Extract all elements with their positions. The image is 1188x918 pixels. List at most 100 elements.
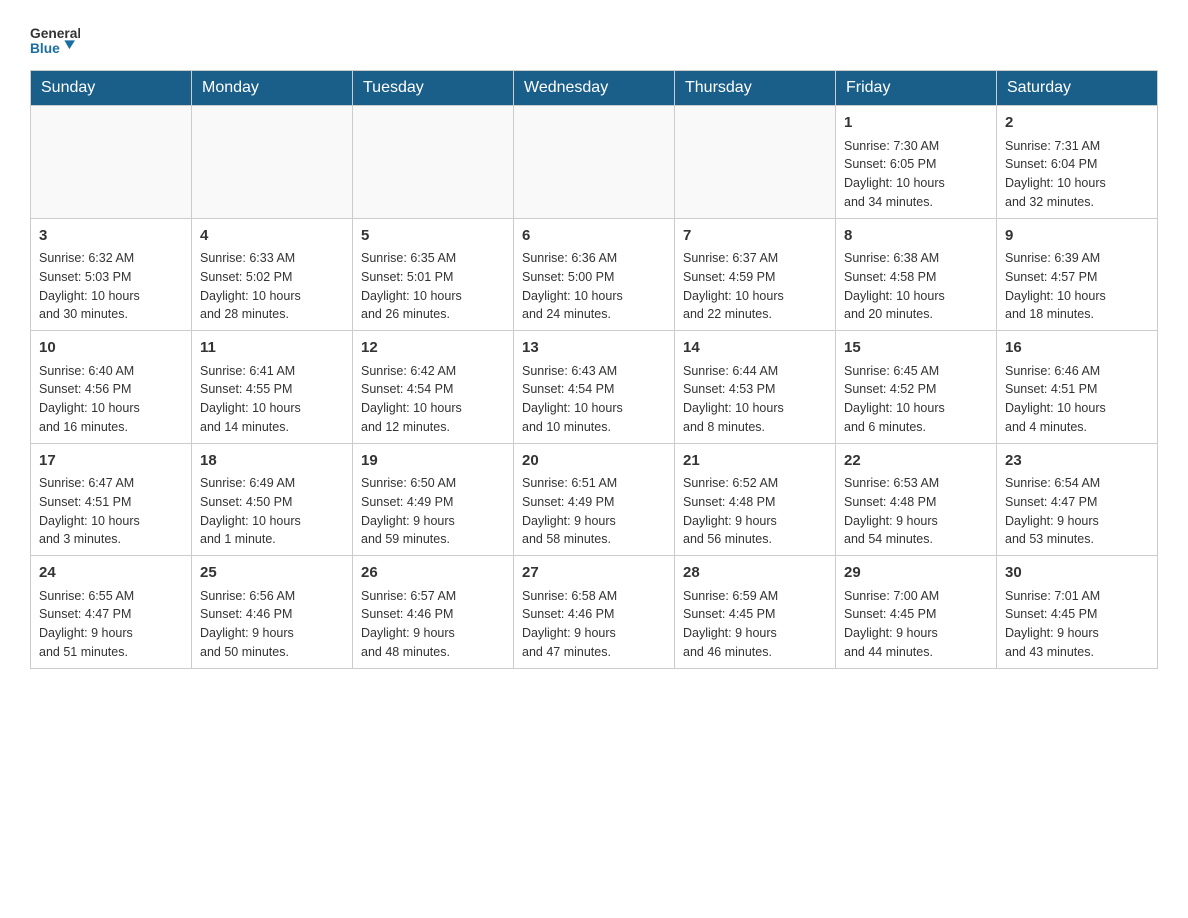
day-info: Sunrise: 6:53 AMSunset: 4:48 PMDaylight:… (844, 474, 988, 549)
day-info: Sunrise: 6:56 AMSunset: 4:46 PMDaylight:… (200, 587, 344, 662)
day-number: 30 (1005, 562, 1149, 585)
calendar-week-4: 17Sunrise: 6:47 AMSunset: 4:51 PMDayligh… (31, 443, 1158, 556)
calendar-cell: 22Sunrise: 6:53 AMSunset: 4:48 PMDayligh… (836, 443, 997, 556)
day-info: Sunrise: 7:01 AMSunset: 4:45 PMDaylight:… (1005, 587, 1149, 662)
day-info: Sunrise: 6:52 AMSunset: 4:48 PMDaylight:… (683, 474, 827, 549)
day-number: 14 (683, 337, 827, 360)
day-info: Sunrise: 6:32 AMSunset: 5:03 PMDaylight:… (39, 249, 183, 324)
day-info: Sunrise: 7:30 AMSunset: 6:05 PMDaylight:… (844, 137, 988, 212)
svg-text:Blue: Blue (30, 41, 60, 56)
calendar-week-3: 10Sunrise: 6:40 AMSunset: 4:56 PMDayligh… (31, 331, 1158, 444)
day-number: 26 (361, 562, 505, 585)
calendar-cell: 14Sunrise: 6:44 AMSunset: 4:53 PMDayligh… (675, 331, 836, 444)
day-info: Sunrise: 6:59 AMSunset: 4:45 PMDaylight:… (683, 587, 827, 662)
day-number: 21 (683, 450, 827, 473)
day-info: Sunrise: 6:33 AMSunset: 5:02 PMDaylight:… (200, 249, 344, 324)
calendar-cell: 27Sunrise: 6:58 AMSunset: 4:46 PMDayligh… (514, 556, 675, 669)
col-header-saturday: Saturday (997, 71, 1158, 106)
day-info: Sunrise: 6:43 AMSunset: 4:54 PMDaylight:… (522, 362, 666, 437)
day-info: Sunrise: 6:45 AMSunset: 4:52 PMDaylight:… (844, 362, 988, 437)
calendar-cell: 8Sunrise: 6:38 AMSunset: 4:58 PMDaylight… (836, 218, 997, 331)
day-number: 2 (1005, 112, 1149, 135)
logo-icon: General Blue (30, 20, 80, 60)
col-header-monday: Monday (192, 71, 353, 106)
page-header: General Blue (30, 20, 1158, 60)
col-header-wednesday: Wednesday (514, 71, 675, 106)
day-info: Sunrise: 6:37 AMSunset: 4:59 PMDaylight:… (683, 249, 827, 324)
day-info: Sunrise: 6:57 AMSunset: 4:46 PMDaylight:… (361, 587, 505, 662)
day-number: 19 (361, 450, 505, 473)
day-number: 20 (522, 450, 666, 473)
col-header-sunday: Sunday (31, 71, 192, 106)
calendar-cell: 7Sunrise: 6:37 AMSunset: 4:59 PMDaylight… (675, 218, 836, 331)
day-info: Sunrise: 6:38 AMSunset: 4:58 PMDaylight:… (844, 249, 988, 324)
day-info: Sunrise: 6:39 AMSunset: 4:57 PMDaylight:… (1005, 249, 1149, 324)
day-number: 16 (1005, 337, 1149, 360)
calendar-cell: 23Sunrise: 6:54 AMSunset: 4:47 PMDayligh… (997, 443, 1158, 556)
calendar-cell: 24Sunrise: 6:55 AMSunset: 4:47 PMDayligh… (31, 556, 192, 669)
day-info: Sunrise: 6:54 AMSunset: 4:47 PMDaylight:… (1005, 474, 1149, 549)
day-info: Sunrise: 6:42 AMSunset: 4:54 PMDaylight:… (361, 362, 505, 437)
day-number: 5 (361, 225, 505, 248)
day-number: 25 (200, 562, 344, 585)
day-info: Sunrise: 6:36 AMSunset: 5:00 PMDaylight:… (522, 249, 666, 324)
calendar-cell: 4Sunrise: 6:33 AMSunset: 5:02 PMDaylight… (192, 218, 353, 331)
calendar-cell: 29Sunrise: 7:00 AMSunset: 4:45 PMDayligh… (836, 556, 997, 669)
day-number: 18 (200, 450, 344, 473)
day-number: 29 (844, 562, 988, 585)
col-header-friday: Friday (836, 71, 997, 106)
day-number: 23 (1005, 450, 1149, 473)
day-number: 28 (683, 562, 827, 585)
day-info: Sunrise: 6:55 AMSunset: 4:47 PMDaylight:… (39, 587, 183, 662)
day-number: 15 (844, 337, 988, 360)
day-number: 3 (39, 225, 183, 248)
calendar-cell (353, 106, 514, 219)
calendar-cell: 20Sunrise: 6:51 AMSunset: 4:49 PMDayligh… (514, 443, 675, 556)
day-info: Sunrise: 6:35 AMSunset: 5:01 PMDaylight:… (361, 249, 505, 324)
svg-text:General: General (30, 26, 80, 41)
calendar-header-row: SundayMondayTuesdayWednesdayThursdayFrid… (31, 71, 1158, 106)
day-number: 12 (361, 337, 505, 360)
calendar-cell: 13Sunrise: 6:43 AMSunset: 4:54 PMDayligh… (514, 331, 675, 444)
calendar-cell: 26Sunrise: 6:57 AMSunset: 4:46 PMDayligh… (353, 556, 514, 669)
day-info: Sunrise: 6:46 AMSunset: 4:51 PMDaylight:… (1005, 362, 1149, 437)
col-header-thursday: Thursday (675, 71, 836, 106)
day-number: 6 (522, 225, 666, 248)
calendar-cell (675, 106, 836, 219)
day-number: 24 (39, 562, 183, 585)
col-header-tuesday: Tuesday (353, 71, 514, 106)
calendar-table: SundayMondayTuesdayWednesdayThursdayFrid… (30, 70, 1158, 669)
day-number: 1 (844, 112, 988, 135)
day-number: 4 (200, 225, 344, 248)
day-number: 10 (39, 337, 183, 360)
calendar-cell: 30Sunrise: 7:01 AMSunset: 4:45 PMDayligh… (997, 556, 1158, 669)
calendar-week-2: 3Sunrise: 6:32 AMSunset: 5:03 PMDaylight… (31, 218, 1158, 331)
day-info: Sunrise: 6:44 AMSunset: 4:53 PMDaylight:… (683, 362, 827, 437)
day-number: 8 (844, 225, 988, 248)
calendar-cell: 10Sunrise: 6:40 AMSunset: 4:56 PMDayligh… (31, 331, 192, 444)
calendar-cell: 5Sunrise: 6:35 AMSunset: 5:01 PMDaylight… (353, 218, 514, 331)
day-info: Sunrise: 6:58 AMSunset: 4:46 PMDaylight:… (522, 587, 666, 662)
calendar-cell: 11Sunrise: 6:41 AMSunset: 4:55 PMDayligh… (192, 331, 353, 444)
calendar-cell: 9Sunrise: 6:39 AMSunset: 4:57 PMDaylight… (997, 218, 1158, 331)
calendar-cell: 15Sunrise: 6:45 AMSunset: 4:52 PMDayligh… (836, 331, 997, 444)
day-number: 17 (39, 450, 183, 473)
day-info: Sunrise: 6:51 AMSunset: 4:49 PMDaylight:… (522, 474, 666, 549)
day-number: 27 (522, 562, 666, 585)
day-number: 7 (683, 225, 827, 248)
calendar-cell (514, 106, 675, 219)
day-number: 13 (522, 337, 666, 360)
calendar-cell: 12Sunrise: 6:42 AMSunset: 4:54 PMDayligh… (353, 331, 514, 444)
calendar-cell: 25Sunrise: 6:56 AMSunset: 4:46 PMDayligh… (192, 556, 353, 669)
calendar-cell (31, 106, 192, 219)
calendar-cell: 1Sunrise: 7:30 AMSunset: 6:05 PMDaylight… (836, 106, 997, 219)
calendar-cell: 3Sunrise: 6:32 AMSunset: 5:03 PMDaylight… (31, 218, 192, 331)
day-info: Sunrise: 6:40 AMSunset: 4:56 PMDaylight:… (39, 362, 183, 437)
logo: General Blue (30, 20, 80, 60)
calendar-cell: 6Sunrise: 6:36 AMSunset: 5:00 PMDaylight… (514, 218, 675, 331)
day-number: 11 (200, 337, 344, 360)
calendar-cell: 18Sunrise: 6:49 AMSunset: 4:50 PMDayligh… (192, 443, 353, 556)
calendar-cell: 17Sunrise: 6:47 AMSunset: 4:51 PMDayligh… (31, 443, 192, 556)
day-info: Sunrise: 6:50 AMSunset: 4:49 PMDaylight:… (361, 474, 505, 549)
calendar-week-1: 1Sunrise: 7:30 AMSunset: 6:05 PMDaylight… (31, 106, 1158, 219)
